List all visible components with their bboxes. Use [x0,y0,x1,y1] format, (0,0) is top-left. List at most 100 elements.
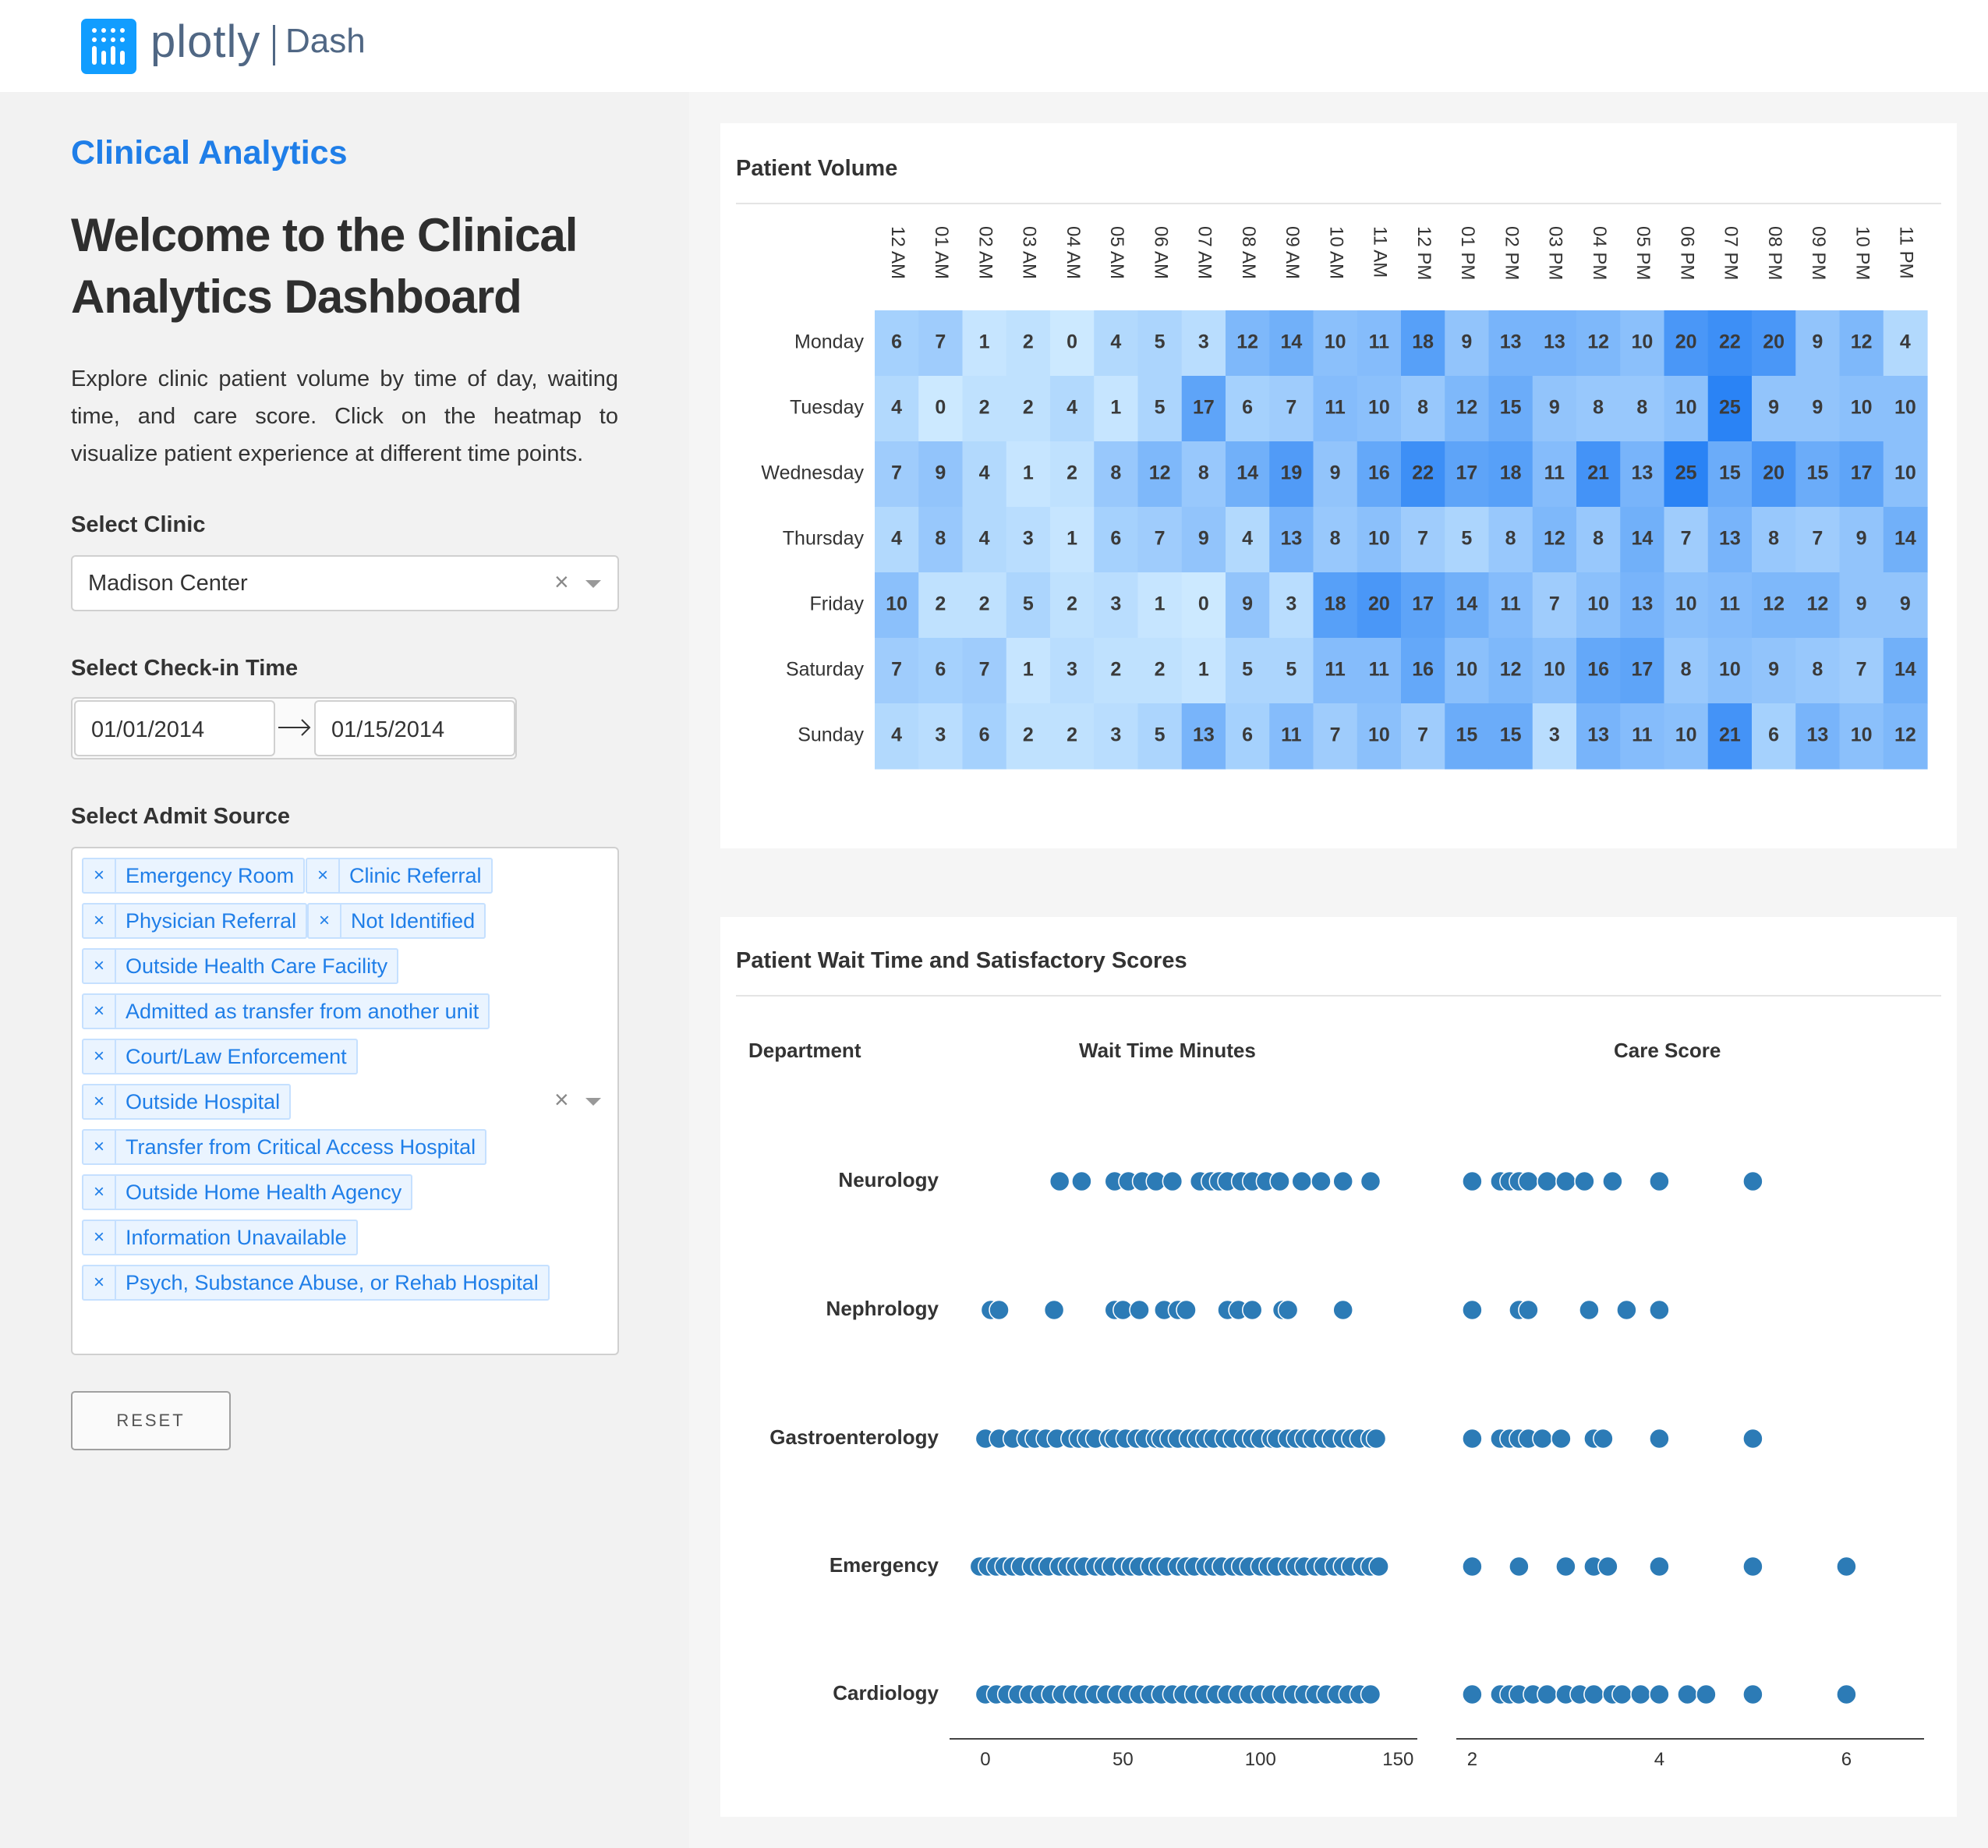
heatmap-cell-label: 3 [1067,659,1077,681]
tag-information-unavailable[interactable]: × Information Unavailable [82,1220,358,1255]
chevron-down-icon[interactable] [585,1098,601,1106]
heatmap-cell-label: 8 [1812,659,1823,681]
heatmap-cell-label: 5 [1155,331,1166,353]
heatmap-cell-label: 8 [1330,528,1341,550]
heatmap-cell-label: 16 [1368,462,1390,484]
wait-time-point [1129,1299,1150,1321]
heatmap-cell-label: 10 [1851,724,1873,746]
heatmap-cell-label: 22 [1412,462,1434,484]
tag-court-law-enforcement[interactable]: × Court/Law Enforcement [82,1039,358,1074]
heatmap-cell-label: 10 [1851,397,1873,419]
heatmap-cell-label: 3 [1198,331,1209,353]
tag-clinic-referral[interactable]: × Clinic Referral [306,858,493,894]
heatmap-x-tick: 07 PM [1721,226,1742,280]
tag-admitted-as-transfer[interactable]: × Admitted as transfer from another unit [82,993,490,1029]
remove-tag-icon[interactable]: × [83,905,116,937]
care-score-point [1677,1683,1698,1705]
end-date-input[interactable]: 01/15/2014 [314,700,515,756]
brand-title: Clinical Analytics [71,134,348,172]
tag-emergency-room[interactable]: × Emergency Room [82,858,306,894]
arrow-right-icon [277,708,313,747]
heatmap-cell-label: 15 [1806,462,1828,484]
remove-tag-icon[interactable]: × [83,1221,116,1254]
remove-tag-icon[interactable]: × [309,905,341,937]
heatmap-cell-label: 8 [1593,528,1604,550]
heatmap-cell-label: 1 [1067,528,1077,550]
clinic-label: Select Clinic [71,512,206,537]
wait-time-point [1162,1170,1183,1192]
wait-care-scatter[interactable]: Neurology Nephrology Gastroenterology Emerg… [720,917,1957,1817]
remove-tag-icon[interactable]: × [83,1176,116,1209]
heatmap-cell-label: 8 [1110,462,1121,484]
tag-outside-hospital[interactable]: × Outside Hospital [82,1084,292,1120]
heatmap-cell-label: 5 [1023,593,1034,615]
heatmap-y-tick: Monday [794,331,864,353]
heatmap-x-tick: 08 AM [1238,226,1259,279]
tag-not-identified[interactable]: × Not Identified [307,903,486,939]
heatmap-x-tick: 02 PM [1501,226,1522,280]
clear-icon[interactable]: × [554,568,569,597]
remove-tag-icon[interactable]: × [83,1131,116,1163]
heatmap-x-tick: 02 AM [975,226,996,279]
heatmap-cell-label: 8 [1636,397,1647,419]
wait-time-point [1269,1170,1290,1192]
heatmap-cell-label: 20 [1368,593,1390,615]
heatmap-cell-label: 2 [1067,724,1077,746]
heatmap-cell-label: 7 [1549,593,1560,615]
patient-volume-heatmap[interactable]: 12 AM 01 AM 02 AM 03 AM 04 AM 05 AM 06 AM 07 AM… [720,123,1957,848]
heatmap-cell-label: 5 [1461,528,1472,550]
heatmap-cell-label: 8 [1198,462,1209,484]
clinic-dropdown[interactable]: Madison Center × [71,555,619,611]
care-score-point [1649,1556,1670,1577]
heatmap-cell-label: 16 [1587,659,1609,681]
tag-outside-home-health-agency[interactable]: × Outside Home Health Agency [82,1174,413,1210]
remove-tag-icon[interactable]: × [83,1085,116,1118]
wait-time-point [989,1299,1010,1321]
remove-tag-icon[interactable]: × [83,1040,116,1073]
wait-time-card: Patient Wait Time and Satisfactory Score… [720,917,1957,1817]
heatmap-cell-label: 14 [1280,331,1302,353]
checkin-label: Select Check-in Time [71,656,299,681]
heatmap-cell-label: 20 [1763,462,1785,484]
heatmap-cell-label: 13 [1587,724,1609,746]
heatmap-x-tick: 08 PM [1764,226,1785,280]
heatmap-x-tick: 10 PM [1852,226,1873,280]
heatmap-cell-label: 1 [1023,659,1034,681]
remove-tag-icon[interactable]: × [83,859,116,892]
heatmap-cell-label: 13 [1631,593,1653,615]
heatmap-cell-label: 5 [1242,659,1253,681]
tag-physician-referral[interactable]: × Physician Referral [82,903,308,939]
start-date-input[interactable]: 01/01/2014 [74,700,275,756]
heatmap-cell-label: 17 [1193,397,1215,419]
heatmap-cell-label: 12 [1500,659,1522,681]
heatmap-cell-label: 1 [1155,593,1166,615]
care-score-tick-label: 2 [1467,1749,1477,1770]
remove-tag-icon[interactable]: × [83,1266,116,1299]
heatmap-cell-label: 7 [1417,528,1428,550]
care-score-point [1597,1556,1618,1577]
heatmap-cell-label: 25 [1675,462,1697,484]
tag-transfer-critical-access[interactable]: × Transfer from Critical Access Hospital [82,1129,487,1165]
tag-outside-health-care-facility[interactable]: × Outside Health Care Facility [82,948,399,984]
heatmap-cell-label: 4 [979,462,990,484]
intro-text: Explore clinic patient volume by time of… [71,366,618,466]
heatmap-cell-label: 2 [1110,659,1121,681]
heatmap-cell-label: 0 [1198,593,1209,615]
reset-button[interactable]: RESET [71,1391,231,1450]
remove-tag-icon[interactable]: × [83,950,116,982]
wait-time-point [1277,1299,1299,1321]
tag-psych-substance-rehab[interactable]: × Psych, Substance Abuse, or Rehab Hospit… [82,1265,550,1301]
remove-tag-icon[interactable]: × [307,859,340,892]
heatmap-cell-label: 13 [1631,462,1653,484]
heatmap-cell-label: 18 [1412,331,1434,353]
heatmap-cell-label: 2 [1067,462,1077,484]
heatmap-cell-label: 8 [1681,659,1692,681]
admit-source-multiselect[interactable]: × Emergency Room × Clinic Referral × Physic… [71,847,619,1355]
heatmap-cell-label: 9 [1812,331,1823,353]
heatmap-cell-label: 8 [1768,528,1779,550]
clear-icon[interactable]: × [554,1085,569,1114]
heatmap-cell-label: 14 [1894,528,1916,550]
chevron-down-icon[interactable] [585,580,601,588]
remove-tag-icon[interactable]: × [83,995,116,1028]
heatmap-cell-label: 3 [935,724,946,746]
